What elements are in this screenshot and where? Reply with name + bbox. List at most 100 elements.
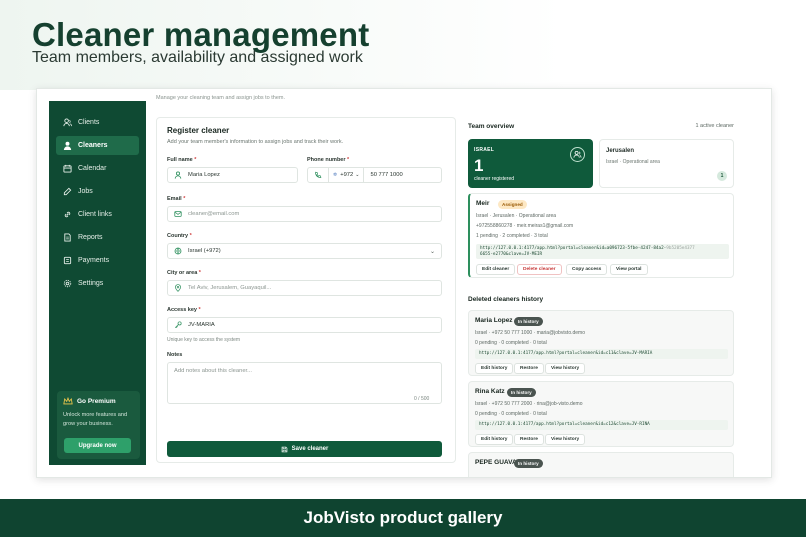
chevron-down-icon: ⌄ [355, 172, 360, 178]
reports-icon [64, 233, 71, 242]
settings-icon [63, 279, 72, 288]
edit-cleaner-button[interactable]: Edit cleaner [476, 264, 516, 275]
cleaners-icon [63, 141, 72, 150]
history-stats: 0 pending · 0 completed · 0 total [475, 411, 547, 417]
upgrade-button[interactable]: Upgrade now [64, 438, 131, 453]
history-contact: Israel · +972 50 777 1000 · maria@jobvis… [475, 330, 585, 336]
view-portal-button[interactable]: View portal [610, 264, 648, 275]
save-cleaner-label: Save cleaner [291, 446, 329, 452]
notes-textarea[interactable]: Add notes about this cleaner... [167, 362, 442, 404]
phone-field[interactable]: ✡ +972 ⌄ 50 777 1000 [307, 167, 442, 183]
phone-label-text: Phone number [307, 157, 346, 163]
divider [328, 168, 329, 182]
country-select[interactable]: Israel (+972) ⌄ [167, 243, 442, 259]
required-mark: * [198, 307, 201, 313]
access-key-field[interactable]: JV-MARIA [167, 317, 442, 333]
required-mark: * [347, 157, 350, 163]
member-location: Israel · Jerusalen · Operational area [476, 213, 557, 219]
mail-icon [174, 211, 182, 217]
city-label-text: City or area [167, 270, 198, 276]
link-icon [64, 211, 71, 218]
city-field[interactable]: Tel Aviv, Jerusalem, Guayaquil... [167, 280, 442, 296]
save-cleaner-button[interactable]: Save cleaner [167, 441, 442, 457]
country-value: Israel (+972) [188, 248, 221, 254]
phone-value: 50 777 1000 [370, 172, 403, 178]
country-label: Country * [167, 233, 192, 239]
calendar-icon [63, 164, 72, 173]
country-stat-card[interactable]: ISRAEL 1 cleaner registered [468, 139, 593, 188]
history-badge: In history [514, 459, 543, 468]
key-icon [174, 321, 182, 329]
sidebar-item-payments[interactable]: Payments [56, 251, 139, 270]
delete-cleaner-button[interactable]: Delete cleaner [517, 264, 562, 275]
register-cleaner-form: Register cleaner Add your team member's … [156, 117, 456, 463]
portal-link-dim: 9b5205e4377 [666, 246, 695, 251]
view-history-button[interactable]: View history [545, 363, 586, 374]
sidebar-item-label: Jobs [78, 188, 93, 195]
full-name-value: Maria Lopez [188, 172, 220, 178]
city-count-badge: 1 [717, 171, 727, 181]
access-key-value: JV-MARIA [188, 322, 215, 328]
copy-access-button[interactable]: Copy access [566, 264, 608, 275]
sidebar-item-clients[interactable]: Clients [56, 113, 139, 132]
premium-title: Go Premium [77, 397, 116, 405]
sidebar-item-jobs[interactable]: Jobs [56, 182, 139, 201]
access-key-hint: Unique key to access the system [167, 337, 241, 343]
history-badge: In history [514, 317, 543, 326]
edit-history-button[interactable]: Edit history [475, 363, 514, 374]
form-title: Register cleaner [167, 126, 230, 135]
email-label: Email * [167, 196, 185, 202]
email-label-text: Email [167, 196, 182, 202]
access-key-label-text: Access key [167, 307, 197, 313]
portal-link[interactable]: http://127.0.0.1:4177/app.html?portal=cl… [476, 244, 729, 259]
history-item: Rina Katz In history Israel · +972 50 77… [468, 381, 734, 447]
restore-button[interactable]: Restore [514, 363, 544, 374]
history-link[interactable]: http://127.0.0.1:4177/app.html?portal=cl… [475, 420, 728, 430]
sidebar-item-client-links[interactable]: Client links [56, 205, 139, 224]
history-name: Maria Lopez [475, 317, 513, 324]
history-stats: 0 pending · 0 completed · 0 total [475, 340, 547, 346]
israel-flag-icon: ✡ [333, 172, 338, 178]
active-cleaner-count: 1 active cleaner [695, 123, 734, 129]
city-name: Jerusalen [606, 148, 635, 154]
sidebar-item-reports[interactable]: Reports [56, 228, 139, 247]
globe-icon [174, 247, 182, 255]
team-overview-title: Team overview [468, 123, 515, 130]
team-overview-panel: Team overview 1 active cleaner ISRAEL 1 … [468, 117, 742, 477]
phone-icon [315, 171, 322, 178]
map-pin-icon [175, 284, 181, 292]
premium-title-row: Go Premium [63, 397, 134, 405]
sidebar-item-cleaners[interactable]: Cleaners [56, 136, 139, 155]
premium-card: Go Premium Unlock more features and grow… [57, 391, 140, 459]
required-mark: * [194, 157, 197, 163]
save-icon [281, 446, 287, 452]
required-mark: * [198, 270, 201, 276]
email-field[interactable]: cleaner@email.com [167, 206, 442, 222]
required-mark: * [189, 233, 192, 239]
sidebar-item-label: Payments [78, 257, 110, 264]
sidebar-item-label: Clients [78, 119, 100, 126]
member-name: Meir [476, 200, 490, 207]
view-history-button[interactable]: View history [545, 434, 586, 445]
city-placeholder: Tel Aviv, Jerusalem, Guayaquil... [188, 285, 272, 291]
city-card[interactable]: Jerusalen Israel · Operational area 1 [599, 139, 734, 188]
hero-subtitle: Team members, availability and assigned … [32, 49, 363, 66]
city-subtitle: Israel · Operational area [606, 159, 660, 165]
sidebar-item-label: Client links [78, 211, 112, 218]
history-name: PEPE GUAVA [475, 459, 517, 466]
full-name-field[interactable]: Maria Lopez [167, 167, 298, 183]
sidebar-item-settings[interactable]: Settings [56, 274, 139, 293]
form-description: Add your team member's information to as… [167, 139, 344, 145]
history-name: Rina Katz [475, 388, 505, 395]
user-icon [174, 171, 182, 179]
country-code-select[interactable]: +972 [340, 172, 353, 178]
notes-label: Notes [167, 352, 183, 358]
restore-button[interactable]: Restore [514, 434, 544, 445]
history-contact: Israel · +972 50 777 2000 · rina@job-vis… [475, 401, 583, 407]
history-link[interactable]: http://127.0.0.1:4177/app.html?portal=cl… [475, 349, 728, 359]
edit-history-button[interactable]: Edit history [475, 434, 514, 445]
sidebar-item-calendar[interactable]: Calendar [56, 159, 139, 178]
history-item: Maria Lopez In history Israel · +972 50 … [468, 310, 734, 376]
payments-icon [63, 256, 72, 265]
city-label: City or area * [167, 270, 201, 276]
